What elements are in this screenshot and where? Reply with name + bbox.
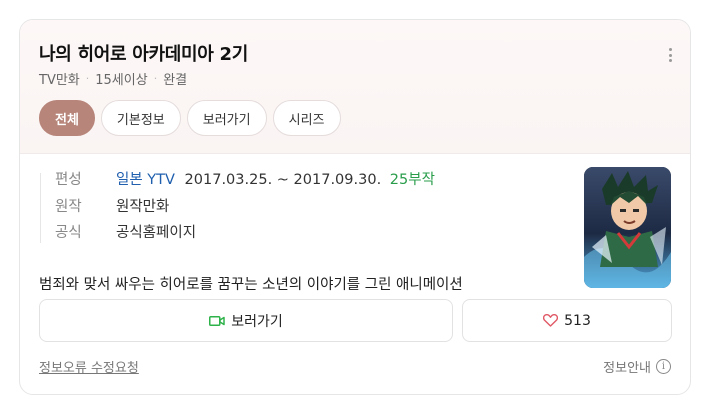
broadcast-network-link[interactable]: 일본 YTV bbox=[116, 172, 175, 188]
meta-info: TV만화 · 15세이상 · 완결 bbox=[39, 69, 187, 88]
report-error-link[interactable]: 정보오류 수정요청 bbox=[39, 357, 139, 376]
info-guide[interactable]: 정보안내 i bbox=[603, 357, 671, 376]
tab-basic-info[interactable]: 기본정보 bbox=[100, 100, 181, 136]
official-site-link[interactable]: 공식홈페이지 bbox=[116, 221, 196, 242]
poster-art-icon bbox=[584, 167, 671, 288]
page-title[interactable]: 나의 히어로 아카데미아 2기 bbox=[39, 40, 248, 66]
meta-rating: 15세이상 bbox=[95, 73, 148, 88]
meta-status: 완결 bbox=[163, 73, 188, 88]
info-row-official: 공식 공식홈페이지 bbox=[55, 221, 196, 242]
original-key: 원작 bbox=[55, 199, 82, 215]
heart-icon bbox=[543, 314, 559, 327]
like-button[interactable]: 513 bbox=[462, 299, 672, 342]
search-result-card: 나의 히어로 아카데미아 2기 TV만화 · 15세이상 · 완결 전체 기본정… bbox=[19, 19, 691, 395]
broadcast-episodes-link[interactable]: 25부작 bbox=[390, 172, 435, 188]
original-link[interactable]: 원작만화 bbox=[116, 195, 169, 216]
watch-button-label: 보러가기 bbox=[231, 313, 283, 330]
meta-separator: · bbox=[153, 72, 158, 85]
poster-image[interactable] bbox=[584, 167, 671, 288]
broadcast-period: 2017.03.25. ~ 2017.09.30. bbox=[184, 172, 382, 188]
info-row-original: 원작 원작만화 bbox=[55, 195, 169, 216]
description: 범죄와 맞서 싸우는 히어로를 꿈꾸는 소년의 이야기를 그린 애니메이션 bbox=[39, 277, 463, 293]
meta-genre: TV만화 bbox=[39, 73, 80, 88]
meta-separator: · bbox=[85, 72, 90, 85]
info-divider bbox=[40, 173, 41, 243]
info-guide-label: 정보안내 bbox=[603, 361, 651, 376]
tab-series[interactable]: 시리즈 bbox=[272, 100, 341, 136]
tab-all[interactable]: 전체 bbox=[39, 100, 95, 136]
like-count: 513 bbox=[564, 312, 591, 329]
watch-button[interactable]: 보러가기 bbox=[39, 299, 453, 342]
info-row-broadcast: 편성 일본 YTV 2017.03.25. ~ 2017.09.30. 25부작 bbox=[55, 168, 435, 189]
broadcast-key: 편성 bbox=[55, 172, 82, 188]
official-key: 공식 bbox=[55, 225, 82, 241]
info-circle-icon: i bbox=[656, 359, 671, 374]
tab-watch[interactable]: 보러가기 bbox=[186, 100, 267, 136]
more-options-icon[interactable] bbox=[669, 48, 673, 64]
video-camera-icon bbox=[209, 315, 225, 326]
tab-bar: 전체 기본정보 보러가기 시리즈 bbox=[39, 100, 341, 136]
card-header: 나의 히어로 아카데미아 2기 TV만화 · 15세이상 · 완결 전체 기본정… bbox=[20, 20, 690, 154]
